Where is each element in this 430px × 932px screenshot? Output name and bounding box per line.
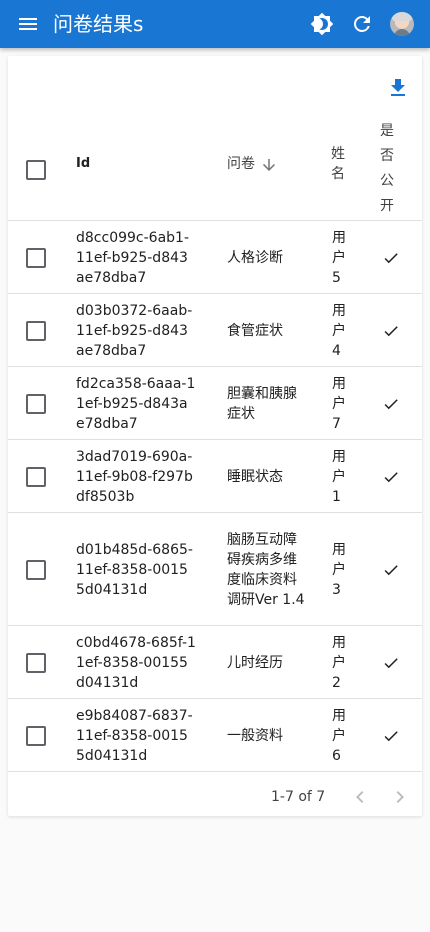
row-checkbox[interactable] xyxy=(26,393,46,414)
table-header: Id 问卷 姓名 是否公开 xyxy=(8,108,422,221)
cell-user: 用户3 xyxy=(332,541,346,598)
cell-survey: 食管症状 xyxy=(227,323,283,339)
cell-user: 用户6 xyxy=(332,707,346,764)
cell-survey: 儿时经历 xyxy=(227,655,283,671)
cell-id: fd2ca358-6aaa-11ef-b925-d843ae78dba7 xyxy=(76,375,196,432)
avatar[interactable] xyxy=(390,12,414,36)
row-checkbox[interactable] xyxy=(26,466,46,487)
column-header-public[interactable]: 是否公开 xyxy=(380,119,394,219)
table-row[interactable]: d03b0372-6aab-11ef-b925-d843ae78dba7 食管症状… xyxy=(8,294,422,367)
row-checkbox[interactable] xyxy=(26,725,46,746)
cell-user: 用户7 xyxy=(332,375,346,432)
row-checkbox[interactable] xyxy=(26,652,46,673)
table-row[interactable]: d8cc099c-6ab1-11ef-b925-d843ae78dba7 人格诊断… xyxy=(8,221,422,294)
check-icon xyxy=(384,564,398,575)
next-page-icon[interactable] xyxy=(388,785,412,809)
cell-survey: 睡眠状态 xyxy=(227,469,283,485)
cell-id: d01b485d-6865-11ef-8358-00155d04131d xyxy=(76,541,193,598)
row-checkbox[interactable] xyxy=(26,320,46,341)
cell-id: d03b0372-6aab-11ef-b925-d843ae78dba7 xyxy=(76,302,193,359)
cell-survey: 胆囊和胰腺症状 xyxy=(227,386,297,422)
check-icon xyxy=(384,325,398,336)
check-icon xyxy=(384,657,398,668)
check-icon xyxy=(384,471,398,482)
table-row[interactable]: 3dad7019-690a-11ef-9b08-f297bdf8503b 睡眠状态… xyxy=(8,440,422,513)
previous-page-icon[interactable] xyxy=(348,785,372,809)
table-row[interactable]: c0bd4678-685f-11ef-8358-00155d04131d 儿时经历… xyxy=(8,626,422,699)
download-icon[interactable] xyxy=(386,76,410,100)
cell-survey: 人格诊断 xyxy=(227,250,283,266)
select-all-checkbox[interactable] xyxy=(26,160,46,180)
column-header-survey[interactable]: 问卷 xyxy=(227,154,255,174)
table-row[interactable]: fd2ca358-6aaa-11ef-b925-d843ae78dba7 胆囊和胰… xyxy=(8,367,422,440)
cell-user: 用户4 xyxy=(332,302,346,359)
sort-arrow-icon[interactable] xyxy=(260,156,278,174)
cell-id: d8cc099c-6ab1-11ef-b925-d843ae78dba7 xyxy=(76,229,189,286)
avatar-hair xyxy=(392,12,412,21)
cell-id: 3dad7019-690a-11ef-9b08-f297bdf8503b xyxy=(76,448,193,505)
table-row[interactable]: e9b84087-6837-11ef-8358-00155d04131d 一般资料… xyxy=(8,699,422,772)
check-icon xyxy=(384,730,398,741)
brightness-icon[interactable] xyxy=(310,12,334,36)
column-header-user[interactable]: 姓名 xyxy=(331,144,345,184)
column-header-id[interactable]: Id xyxy=(76,154,90,174)
page-title: 问卷结果s xyxy=(53,12,144,36)
row-checkbox[interactable] xyxy=(26,247,46,268)
cell-survey: 脑肠互动障碍疾病多维度临床资料调研Ver 1.4 xyxy=(227,532,305,608)
app-bar: 问卷结果s xyxy=(0,0,430,48)
avatar-shirt xyxy=(394,29,410,36)
cell-user: 用户5 xyxy=(332,229,346,286)
results-card: Id 问卷 姓名 是否公开 d8cc099c-6ab1-11ef-b925-d8… xyxy=(8,56,422,816)
pagination-label: 1-7 of 7 xyxy=(271,789,326,805)
cell-user: 用户2 xyxy=(332,634,346,691)
cell-user: 用户1 xyxy=(332,448,346,505)
menu-icon[interactable] xyxy=(16,12,40,36)
table-row[interactable]: d01b485d-6865-11ef-8358-00155d04131d 脑肠互动… xyxy=(8,513,422,626)
check-icon xyxy=(384,398,398,409)
cell-id: c0bd4678-685f-11ef-8358-00155d04131d xyxy=(76,634,196,691)
cell-survey: 一般资料 xyxy=(227,728,283,744)
refresh-icon[interactable] xyxy=(350,12,374,36)
cell-id: e9b84087-6837-11ef-8358-00155d04131d xyxy=(76,707,193,764)
pagination: 1-7 of 7 xyxy=(0,785,430,809)
row-checkbox[interactable] xyxy=(26,559,46,580)
check-icon xyxy=(384,252,398,263)
